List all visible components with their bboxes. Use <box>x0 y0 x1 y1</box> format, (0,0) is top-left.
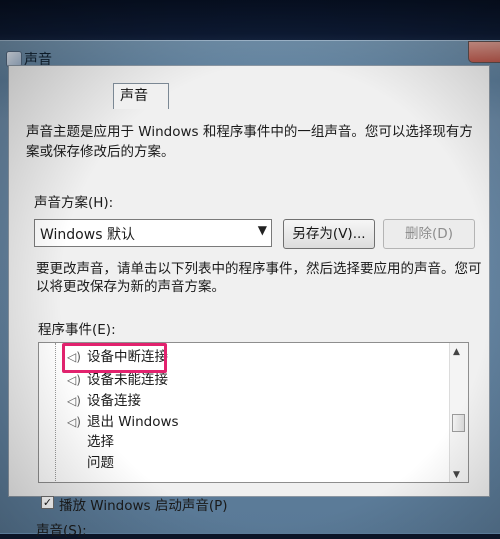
dropdown-arrow-icon: ▼ <box>257 223 267 237</box>
event-label: 选择 <box>87 434 114 450</box>
events-scrollbar[interactable]: ▲ ▼ <box>449 343 468 482</box>
tab-sounds[interactable]: 声音 <box>113 83 169 109</box>
sound-scheme-dropdown[interactable]: Windows 默认 ▼ <box>34 219 272 247</box>
sound-scheme-label: 声音方案(H): <box>34 195 114 211</box>
list-item[interactable]: ◁) 设备未能连接 <box>67 370 168 390</box>
sounds-label: 声音(S): <box>36 523 87 539</box>
event-label: 设备连接 <box>87 393 141 409</box>
save-as-button[interactable]: 另存为(V)... <box>283 219 375 249</box>
sound-scheme-value: Windows 默认 <box>40 227 135 243</box>
scroll-thumb[interactable] <box>452 414 465 432</box>
description-line-2: 案或保存修改后的方案。 <box>26 144 175 160</box>
startup-sound-checkbox[interactable]: ✓ <box>41 496 54 509</box>
speaker-icon: ◁) <box>67 415 81 429</box>
instruction-line-1: 要更改声音，请单击以下列表中的程序事件，然后选择要应用的声音。您可 <box>36 261 482 277</box>
event-label: 问题 <box>87 455 114 471</box>
scroll-up-icon[interactable]: ▲ <box>453 347 460 357</box>
description-line-1: 声音主题是应用于 Windows 和程序事件中的一组声音。您可以选择现有方 <box>26 124 473 140</box>
list-item[interactable]: ◁) 退出 Windows <box>67 412 179 432</box>
delete-button[interactable]: 删除(D) <box>383 219 475 249</box>
event-label: 设备未能连接 <box>87 372 168 388</box>
speaker-icon: ◁) <box>67 373 81 387</box>
startup-sound-label: 播放 Windows 启动声音(P) <box>59 498 228 514</box>
list-item[interactable]: 选择 <box>67 432 114 452</box>
tree-connector <box>55 343 57 482</box>
list-item[interactable]: ◁) 设备连接 <box>67 391 141 411</box>
instruction-line-2: 以将更改保存为新的声音方案。 <box>36 279 225 295</box>
highlight-box <box>62 343 167 373</box>
close-button[interactable] <box>468 41 500 63</box>
list-item[interactable]: 问题 <box>67 453 114 473</box>
event-label: 退出 Windows <box>87 414 179 430</box>
program-events-label: 程序事件(E): <box>38 322 116 338</box>
speaker-icon: ◁) <box>67 394 81 408</box>
scroll-down-icon[interactable]: ▼ <box>453 470 460 480</box>
